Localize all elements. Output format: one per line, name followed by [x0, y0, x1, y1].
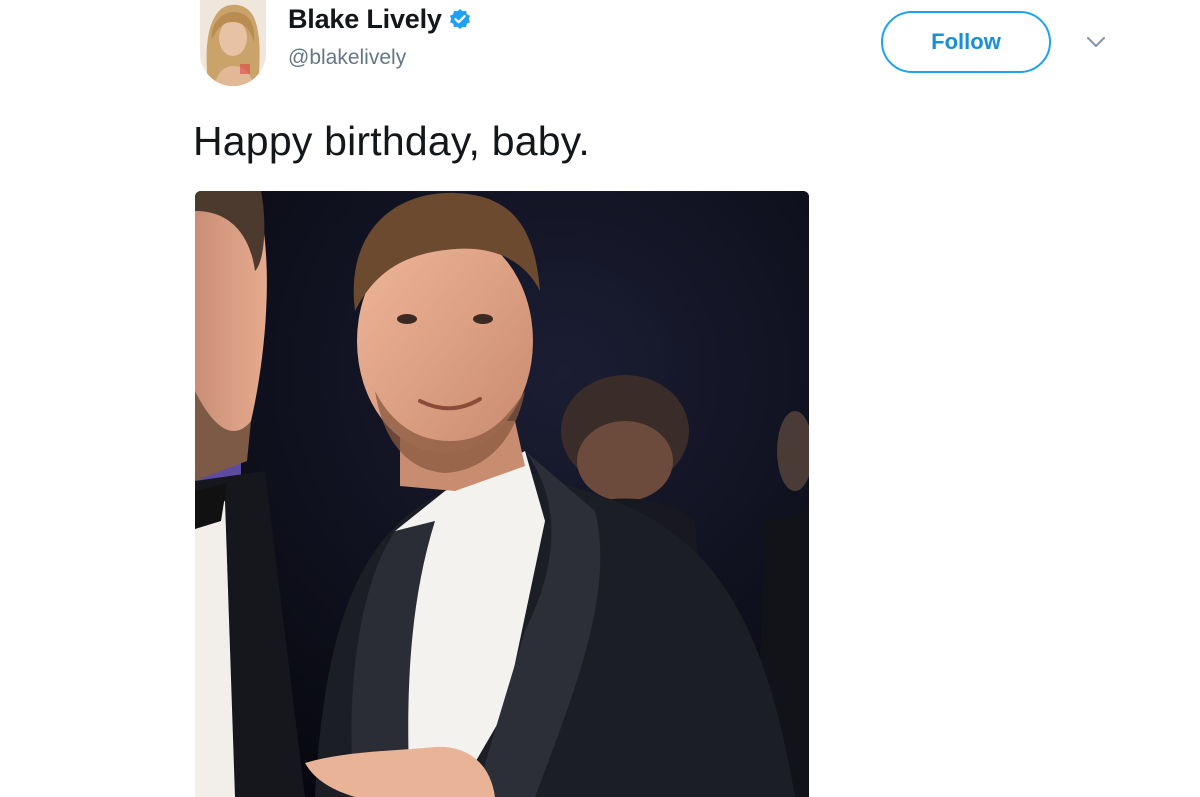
author-handle[interactable]: @blakelively — [288, 46, 406, 70]
follow-button[interactable]: Follow — [881, 11, 1051, 73]
photo-illustration — [195, 191, 809, 797]
avatar-photo-icon — [200, 0, 266, 86]
tweet-photo[interactable] — [195, 191, 809, 797]
verified-badge-icon — [448, 8, 472, 32]
chevron-down-icon[interactable] — [1085, 34, 1107, 50]
avatar[interactable] — [200, 0, 266, 86]
tweet-card: Blake Lively @blakelively Follow Happy b… — [0, 0, 1200, 797]
author-display-name[interactable]: Blake Lively — [288, 4, 442, 35]
tweet-text: Happy birthday, baby. — [193, 118, 590, 164]
author-name-row[interactable]: Blake Lively — [288, 4, 472, 35]
